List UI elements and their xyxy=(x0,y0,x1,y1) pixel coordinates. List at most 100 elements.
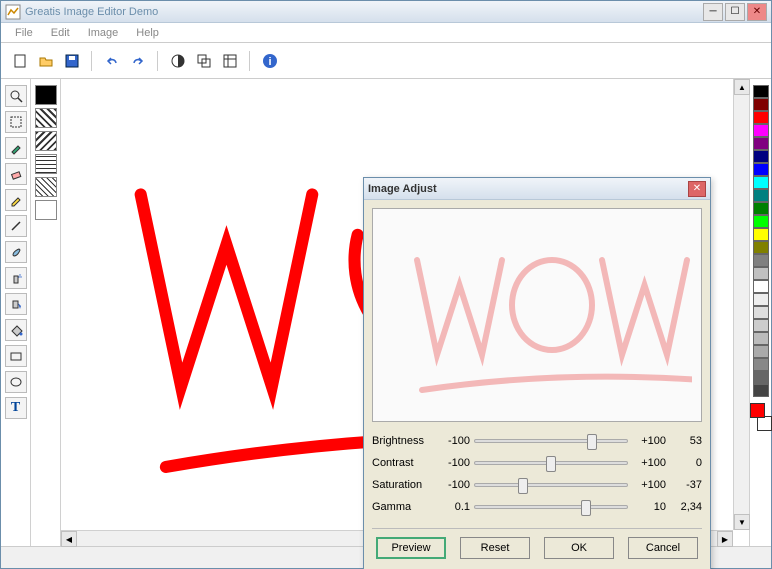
line-tool-icon[interactable] xyxy=(5,215,27,237)
color-swatch[interactable] xyxy=(753,280,769,293)
color-swatch[interactable] xyxy=(753,332,769,345)
menubar: File Edit Image Help xyxy=(1,23,771,43)
color-swatch[interactable] xyxy=(753,85,769,98)
brush-tool-icon[interactable] xyxy=(5,241,27,263)
color-swatch[interactable] xyxy=(753,254,769,267)
scroll-right-icon[interactable]: ▶ xyxy=(717,531,733,547)
scrollbar-vertical[interactable]: ▲ ▼ xyxy=(733,79,749,530)
ok-button[interactable]: OK xyxy=(544,537,614,559)
menu-image[interactable]: Image xyxy=(80,25,127,41)
color-swatch[interactable] xyxy=(753,176,769,189)
scroll-up-icon[interactable]: ▲ xyxy=(734,79,750,95)
eraser-tool-icon[interactable] xyxy=(5,163,27,185)
dialog-close-button[interactable]: ✕ xyxy=(688,181,706,197)
pattern-palette xyxy=(31,79,61,546)
slider-track[interactable] xyxy=(474,454,628,472)
contrast-icon[interactable] xyxy=(167,50,189,72)
color-swatch[interactable] xyxy=(753,293,769,306)
marquee-tool-icon[interactable] xyxy=(5,111,27,133)
slider-value: 0 xyxy=(670,457,702,469)
color-swatch[interactable] xyxy=(753,306,769,319)
redo-icon[interactable] xyxy=(127,50,149,72)
color-swatch[interactable] xyxy=(753,358,769,371)
slider-row-gamma: Gamma0.1102,34 xyxy=(372,496,702,518)
color-swatch[interactable] xyxy=(753,319,769,332)
slider-min: 0.1 xyxy=(438,501,474,513)
color-swatch[interactable] xyxy=(753,215,769,228)
color-palette xyxy=(749,79,771,546)
color-swatch[interactable] xyxy=(753,345,769,358)
cancel-button[interactable]: Cancel xyxy=(628,537,698,559)
pattern-hatch[interactable] xyxy=(35,177,57,197)
slider-thumb[interactable] xyxy=(546,456,556,472)
ellipse-tool-icon[interactable] xyxy=(5,371,27,393)
color-swatch[interactable] xyxy=(753,267,769,280)
color-swatch[interactable] xyxy=(753,150,769,163)
menu-help[interactable]: Help xyxy=(128,25,167,41)
slider-row-contrast: Contrast-100+1000 xyxy=(372,452,702,474)
titlebar[interactable]: Greatis Image Editor Demo ─ ☐ ✕ xyxy=(1,1,771,23)
fill-tool-icon[interactable] xyxy=(5,293,27,315)
color-swatch[interactable] xyxy=(753,137,769,150)
app-icon xyxy=(5,4,21,20)
color-swatch[interactable] xyxy=(753,111,769,124)
dialog-titlebar[interactable]: Image Adjust ✕ xyxy=(364,178,710,200)
reset-button[interactable]: Reset xyxy=(460,537,530,559)
slider-label: Saturation xyxy=(372,479,438,491)
text-tool-icon[interactable]: T xyxy=(5,397,27,419)
slider-max: +100 xyxy=(628,435,670,447)
picker-tool-icon[interactable] xyxy=(5,137,27,159)
color-swatch[interactable] xyxy=(753,384,769,397)
app-window: Greatis Image Editor Demo ─ ☐ ✕ File Edi… xyxy=(0,0,772,569)
current-colors[interactable] xyxy=(750,403,772,431)
pattern-diag1[interactable] xyxy=(35,108,57,128)
crop-icon[interactable] xyxy=(219,50,241,72)
slider-max: +100 xyxy=(628,457,670,469)
color-swatch[interactable] xyxy=(753,98,769,111)
slider-thumb[interactable] xyxy=(518,478,528,494)
color-swatch[interactable] xyxy=(753,228,769,241)
slider-label: Gamma xyxy=(372,501,438,513)
color-swatch[interactable] xyxy=(753,189,769,202)
zoom-tool-icon[interactable] xyxy=(5,85,27,107)
color-swatch[interactable] xyxy=(753,371,769,384)
pattern-grid[interactable] xyxy=(35,154,57,174)
scroll-down-icon[interactable]: ▼ xyxy=(734,514,750,530)
toolbar: i xyxy=(1,43,771,79)
slider-track[interactable] xyxy=(474,476,628,494)
rect-tool-icon[interactable] xyxy=(5,345,27,367)
minimize-button[interactable]: ─ xyxy=(703,3,723,21)
close-button[interactable]: ✕ xyxy=(747,3,767,21)
maximize-button[interactable]: ☐ xyxy=(725,3,745,21)
pencil-tool-icon[interactable] xyxy=(5,189,27,211)
slider-row-saturation: Saturation-100+100-37 xyxy=(372,474,702,496)
slider-track[interactable] xyxy=(474,432,628,450)
info-icon[interactable]: i xyxy=(259,50,281,72)
background-color[interactable] xyxy=(757,416,772,431)
color-swatch[interactable] xyxy=(753,124,769,137)
spray-tool-icon[interactable] xyxy=(5,267,27,289)
menu-file[interactable]: File xyxy=(7,25,41,41)
foreground-color[interactable] xyxy=(750,403,765,418)
new-icon[interactable] xyxy=(9,50,31,72)
color-swatch[interactable] xyxy=(753,241,769,254)
flood-tool-icon[interactable] xyxy=(5,319,27,341)
open-icon[interactable] xyxy=(35,50,57,72)
slider-thumb[interactable] xyxy=(581,500,591,516)
scroll-left-icon[interactable]: ◀ xyxy=(61,531,77,547)
pattern-none[interactable] xyxy=(35,200,57,220)
slider-max: +100 xyxy=(628,479,670,491)
resize-icon[interactable] xyxy=(193,50,215,72)
slider-thumb[interactable] xyxy=(587,434,597,450)
menu-edit[interactable]: Edit xyxy=(43,25,78,41)
color-swatch[interactable] xyxy=(753,202,769,215)
pattern-diag2[interactable] xyxy=(35,131,57,151)
preview-button[interactable]: Preview xyxy=(376,537,446,559)
image-adjust-dialog: Image Adjust ✕ xyxy=(363,177,711,569)
color-swatch[interactable] xyxy=(753,163,769,176)
undo-icon[interactable] xyxy=(101,50,123,72)
pattern-solid[interactable] xyxy=(35,85,57,105)
slider-row-brightness: Brightness-100+10053 xyxy=(372,430,702,452)
slider-track[interactable] xyxy=(474,498,628,516)
save-icon[interactable] xyxy=(61,50,83,72)
